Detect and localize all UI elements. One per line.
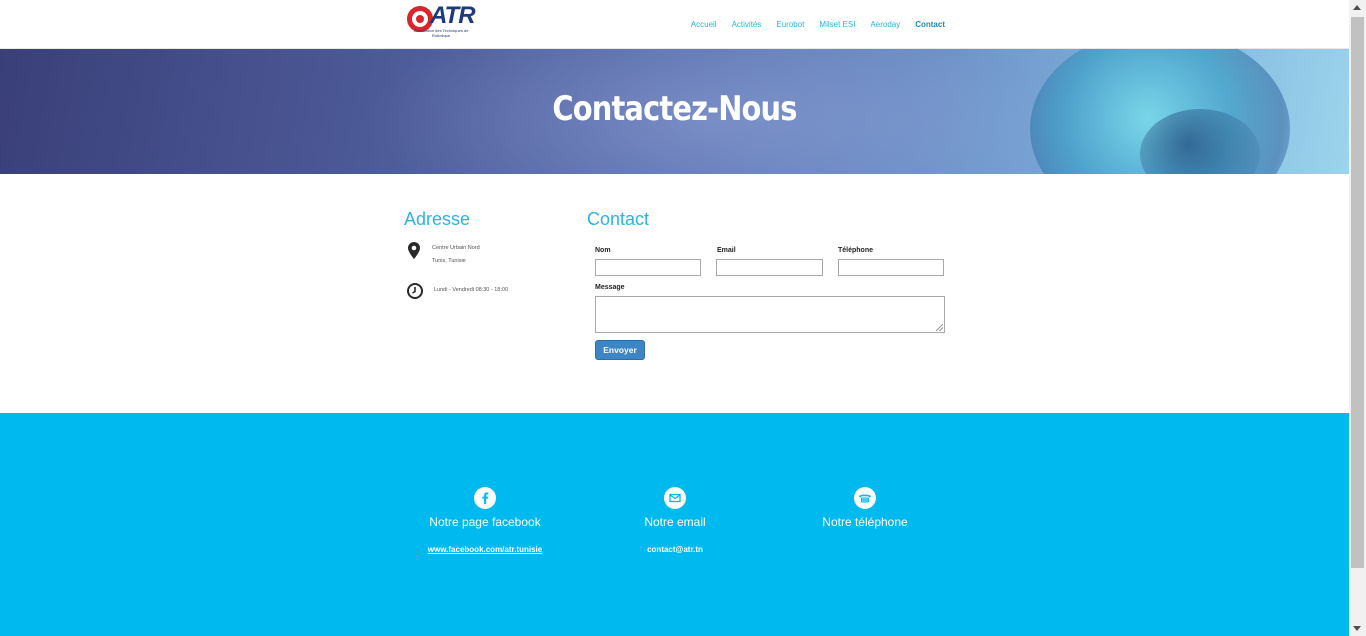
vertical-scrollbar[interactable] [1349,0,1366,636]
telephone-input[interactable] [838,259,944,276]
site-header: ATR Association des Techniques de Roboti… [0,0,1349,49]
scroll-down-icon[interactable] [1353,626,1361,631]
address-hours-row: Lundi - Vendredi 08:30 - 18:00 [407,283,508,299]
envelope-icon [664,487,686,509]
atr-logo[interactable]: ATR Association des Techniques de Roboti… [406,3,476,39]
facebook-icon[interactable] [474,487,496,509]
facebook-title: Notre page facebook [429,515,541,529]
nav-item-contact[interactable]: Contact [915,20,945,30]
phone-title: Notre téléphone [822,515,908,529]
page: ATR Association des Techniques de Roboti… [0,0,1349,636]
nom-label: Nom [595,247,611,254]
map-marker-icon [408,242,420,259]
nav-item-activites[interactable]: Activités [732,20,762,30]
phone-icon [854,487,876,509]
contact-heading: Contact [587,209,650,229]
email-address[interactable]: contact@atr.tn [585,545,765,554]
logo-text: ATR [430,2,476,29]
email-input[interactable] [716,259,823,276]
site-footer: Notre page facebook www.facebook.com/atr… [0,413,1349,636]
nav-item-eurobot[interactable]: Eurobot [776,20,804,30]
main-nav: Accueil Activités Eurobot Milset ESI Aer… [691,20,945,30]
resize-grip-icon[interactable] [936,324,943,331]
email-label: Email [717,247,736,254]
address-location-row: Centre Urbain Nord Tunis, Tunisie [408,242,480,268]
address-line-2: Tunis, Tunisie [432,258,466,264]
footer-facebook: Notre page facebook www.facebook.com/atr… [395,487,575,554]
nav-item-accueil[interactable]: Accueil [691,20,717,30]
nom-input[interactable] [595,259,701,276]
page-title: Contactez-Nous [552,89,797,129]
email-title: Notre email [644,515,706,529]
logo-tagline: Association des Techniques de Robotique [413,28,469,38]
address-text: Centre Urbain Nord Tunis, Tunisie [432,242,480,268]
opening-hours: Lundi - Vendredi 08:30 - 18:00 [434,287,509,293]
clock-icon [407,283,423,299]
message-textarea[interactable] [595,296,945,333]
hero-banner: Contactez-Nous [0,49,1349,174]
address-line-1: Centre Urbain Nord [432,245,480,251]
scroll-up-icon[interactable] [1353,5,1361,10]
nav-item-aeroday[interactable]: Aeroday [870,20,900,30]
facebook-link[interactable]: www.facebook.com/atr.tunisie [395,545,575,554]
telephone-label: Téléphone [838,247,874,254]
nav-item-milset-esi[interactable]: Milset ESI [819,20,855,30]
send-button[interactable]: Envoyer [595,340,645,360]
address-heading: Adresse [404,209,471,229]
footer-email: Notre email contact@atr.tn [585,487,765,554]
footer-phone: Notre téléphone [775,487,955,529]
scrollbar-thumb[interactable] [1351,17,1364,568]
message-label: Message [595,284,625,291]
